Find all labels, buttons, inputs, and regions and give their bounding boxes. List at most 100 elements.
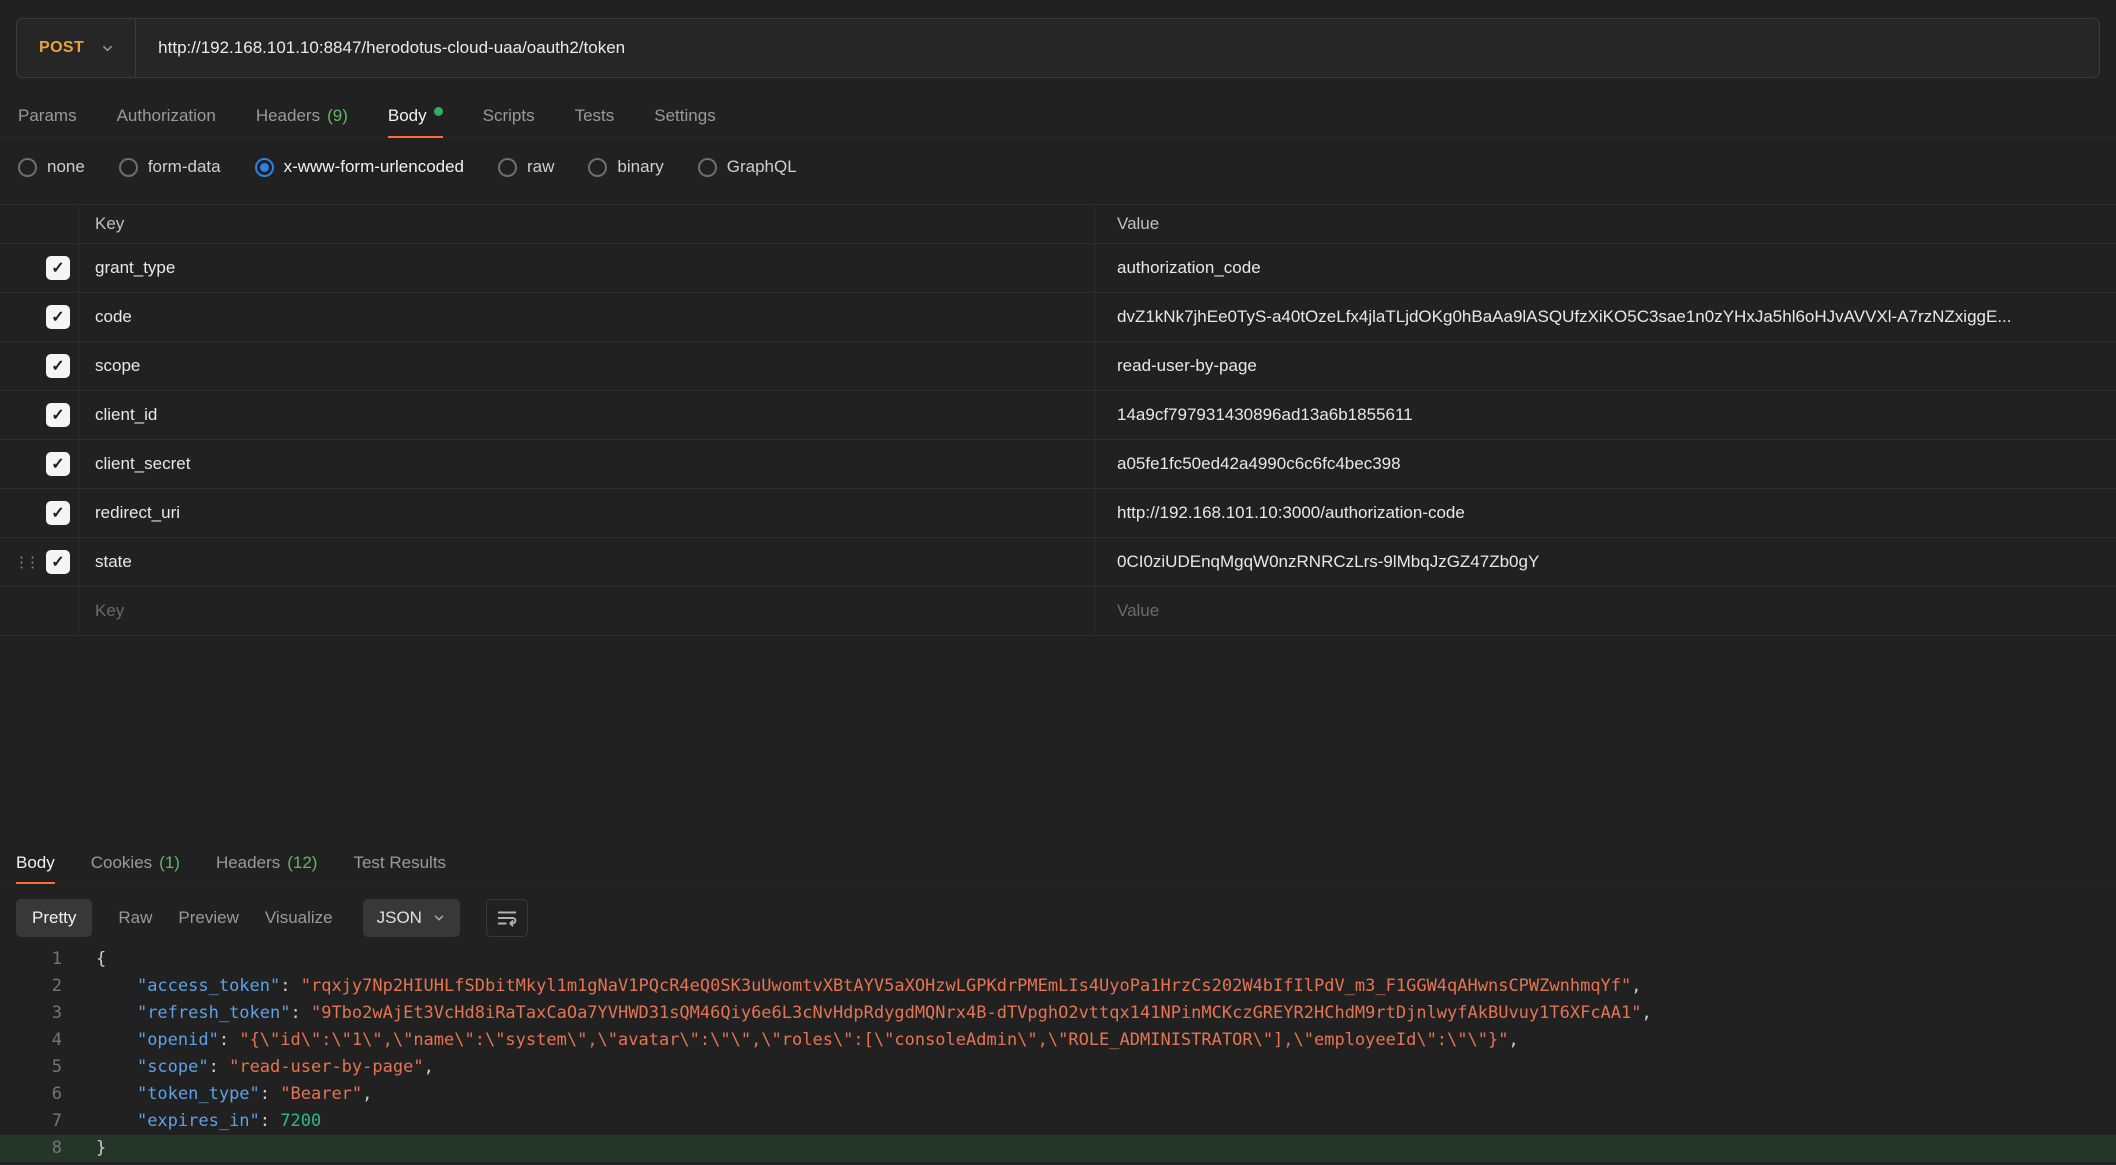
response-toolbar: Pretty Raw Preview Visualize JSON xyxy=(0,898,2116,938)
line-number: 5 xyxy=(0,1054,62,1081)
view-mode-preview[interactable]: Preview xyxy=(178,908,238,928)
row-checkbox[interactable]: ✓ xyxy=(46,501,70,525)
key-cell[interactable]: code xyxy=(78,293,1094,341)
value-cell[interactable]: authorization_code xyxy=(1094,244,2116,292)
token-punc xyxy=(96,1030,137,1050)
body-mode-label: form-data xyxy=(148,157,221,177)
format-dropdown[interactable]: JSON xyxy=(363,899,460,937)
table-empty-row xyxy=(0,587,2116,636)
code-line: 5 "scope": "read-user-by-page", xyxy=(0,1054,2116,1081)
value-cell[interactable]: 0CI0ziUDEnqMgqW0nzRNRCzLrs-9lMbqJzGZ47Zb… xyxy=(1094,538,2116,586)
token-key: "openid" xyxy=(137,1030,219,1050)
token-punc: , xyxy=(424,1057,434,1077)
table-row: ✓ client_secreta05fe1fc50ed42a4990c6c6fc4… xyxy=(0,440,2116,489)
token-str: "read-user-by-page" xyxy=(229,1057,423,1077)
wrap-text-button[interactable] xyxy=(486,899,528,937)
token-punc: , xyxy=(1631,976,1641,996)
key-cell[interactable]: redirect_uri xyxy=(78,489,1094,537)
method-dropdown[interactable]: POST xyxy=(17,19,136,77)
line-number: 4 xyxy=(0,1027,62,1054)
url-input[interactable] xyxy=(136,19,2099,77)
row-checkbox[interactable]: ✓ xyxy=(46,550,70,574)
checkbox-cell: ✓ xyxy=(0,489,78,537)
request-tab-settings[interactable]: Settings xyxy=(654,94,715,137)
request-tab-body[interactable]: Body xyxy=(388,94,443,137)
tab-label: Headers xyxy=(216,853,280,873)
checkbox-cell: ✓ xyxy=(0,440,78,488)
token-punc: { xyxy=(96,949,106,969)
value-cell[interactable]: dvZ1kNk7jhEe0TyS-a40tOzeLfx4jlaTLjdOKg0h… xyxy=(1094,293,2116,341)
checkbox-cell: ✓ xyxy=(0,293,78,341)
body-type-selector: none form-data x-www-form-urlencoded raw bin… xyxy=(0,150,2116,184)
new-value-input[interactable] xyxy=(1117,601,2051,621)
code-line: 6 "token_type": "Bearer", xyxy=(0,1081,2116,1108)
request-tab-headers[interactable]: Headers(9) xyxy=(256,94,348,137)
wrap-text-icon xyxy=(496,907,518,929)
line-number: 3 xyxy=(0,1000,62,1027)
table-header-row: Key Value xyxy=(0,204,2116,244)
radio-icon xyxy=(18,158,37,177)
api-client-window: POST ParamsAuthorizationHeaders(9)BodySc… xyxy=(0,18,2116,1162)
row-checkbox[interactable]: ✓ xyxy=(46,403,70,427)
row-checkbox[interactable]: ✓ xyxy=(46,354,70,378)
drag-handle-icon[interactable]: ⋮⋮ xyxy=(14,553,36,571)
tab-count: (1) xyxy=(159,853,180,873)
row-checkbox[interactable]: ✓ xyxy=(46,256,70,280)
response-body-json: 1{2 "access_token": "rqxjy7Np2HIUHLfSDbi… xyxy=(0,938,2116,1162)
table-row: ⋮⋮ ✓ state0CI0ziUDEnqMgqW0nzRNRCzLrs-9lMbq… xyxy=(0,538,2116,587)
tab-label: Settings xyxy=(654,106,715,126)
radio-icon xyxy=(498,158,517,177)
response-tab-test-results[interactable]: Test Results xyxy=(353,842,446,883)
table-row: ✓ codedvZ1kNk7jhEe0TyS-a40tOzeLfx4jlaTLjd… xyxy=(0,293,2116,342)
token-punc xyxy=(96,1111,137,1131)
body-mode-graphql[interactable]: GraphQL xyxy=(698,157,797,177)
body-mode-label: raw xyxy=(527,157,554,177)
code-line: 4 "openid": "{\"id\":\"1\",\"name\":\"sy… xyxy=(0,1027,2116,1054)
value-cell[interactable]: a05fe1fc50ed42a4990c6c6fc4bec398 xyxy=(1094,440,2116,488)
row-checkbox[interactable]: ✓ xyxy=(46,452,70,476)
request-tab-authorization[interactable]: Authorization xyxy=(117,94,216,137)
value-cell[interactable]: read-user-by-page xyxy=(1094,342,2116,390)
body-mode-binary[interactable]: binary xyxy=(588,157,663,177)
modified-dot-icon xyxy=(434,107,443,116)
response-tab-cookies[interactable]: Cookies(1) xyxy=(91,842,180,883)
new-key-input[interactable] xyxy=(95,601,1044,621)
line-number: 1 xyxy=(0,946,62,973)
request-tab-params[interactable]: Params xyxy=(18,94,77,137)
response-tab-body[interactable]: Body xyxy=(16,842,55,883)
body-mode-raw[interactable]: raw xyxy=(498,157,554,177)
request-url-bar: POST xyxy=(16,18,2100,78)
line-number: 7 xyxy=(0,1108,62,1135)
tab-count: (9) xyxy=(327,106,348,126)
key-cell[interactable]: client_secret xyxy=(78,440,1094,488)
value-cell[interactable]: http://192.168.101.10:3000/authorization… xyxy=(1094,489,2116,537)
tab-label: Params xyxy=(18,106,77,126)
request-tab-scripts[interactable]: Scripts xyxy=(483,94,535,137)
body-mode-none[interactable]: none xyxy=(18,157,85,177)
tab-label: Authorization xyxy=(117,106,216,126)
view-mode-visualize[interactable]: Visualize xyxy=(265,908,333,928)
body-mode-x-www-form-urlencoded[interactable]: x-www-form-urlencoded xyxy=(255,157,464,177)
key-cell[interactable]: scope xyxy=(78,342,1094,390)
key-cell[interactable]: grant_type xyxy=(78,244,1094,292)
view-mode-raw[interactable]: Raw xyxy=(118,908,152,928)
response-tab-headers[interactable]: Headers(12) xyxy=(216,842,318,883)
table-row: ✓ scoperead-user-by-page xyxy=(0,342,2116,391)
radio-icon xyxy=(119,158,138,177)
line-number: 6 xyxy=(0,1081,62,1108)
body-mode-form-data[interactable]: form-data xyxy=(119,157,221,177)
line-content: "refresh_token": "9Tbo2wAjEt3VcHd8iRaTax… xyxy=(62,1000,1652,1027)
code-line: 3 "refresh_token": "9Tbo2wAjEt3VcHd8iRaT… xyxy=(0,1000,2116,1027)
body-mode-label: binary xyxy=(617,157,663,177)
view-mode-pretty[interactable]: Pretty xyxy=(16,899,92,937)
value-cell[interactable]: 14a9cf797931430896ad13a6b1855611 xyxy=(1094,391,2116,439)
token-punc xyxy=(96,1057,137,1077)
token-punc xyxy=(96,1003,137,1023)
request-tab-tests[interactable]: Tests xyxy=(575,94,615,137)
key-cell[interactable]: state xyxy=(78,538,1094,586)
checkbox-cell: ✓ xyxy=(0,391,78,439)
tab-label: Test Results xyxy=(353,853,446,873)
row-checkbox[interactable]: ✓ xyxy=(46,305,70,329)
key-cell[interactable]: client_id xyxy=(78,391,1094,439)
code-line: 1{ xyxy=(0,946,2116,973)
